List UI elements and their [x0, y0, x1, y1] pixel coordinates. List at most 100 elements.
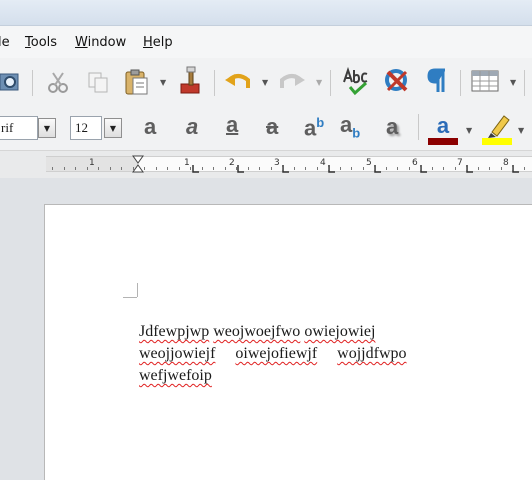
separator	[330, 70, 331, 96]
ruler-number: 1	[89, 158, 95, 168]
undo-icon[interactable]	[224, 70, 252, 94]
ruler-tick	[340, 167, 341, 170]
misspelled-word[interactable]: wefjwefoip	[139, 367, 212, 384]
ruler-tick	[248, 167, 249, 170]
separator	[418, 114, 419, 140]
shadow-icon[interactable]: a	[386, 116, 398, 138]
bold-icon[interactable]: a	[144, 116, 156, 138]
redo-dropdown-icon[interactable]: ▼	[316, 78, 322, 87]
tab-stop-icon[interactable]	[466, 165, 474, 173]
misspelled-word[interactable]: weojjowiejf	[139, 345, 215, 362]
window-title-bar	[0, 0, 532, 26]
subscript-icon[interactable]: ab	[340, 113, 360, 139]
document-page[interactable]: Jdfewpjwp weojwoejfwo owiejowiej weojjow…	[44, 204, 532, 480]
menu-tools[interactable]: Tools	[25, 35, 57, 50]
font-size-field[interactable]: 12	[70, 116, 102, 140]
ruler-number: 7	[457, 158, 463, 168]
ruler-tick	[213, 167, 214, 170]
menu-help[interactable]: Help	[143, 35, 173, 50]
ruler-tick	[98, 167, 99, 170]
ruler-tick	[87, 167, 88, 170]
ruler-number: 8	[503, 158, 509, 168]
misspelled-word[interactable]: weojwoejfwo	[213, 323, 300, 340]
insert-table-icon[interactable]	[470, 68, 500, 94]
font-size-dropdown-icon[interactable]: ▼	[104, 118, 122, 138]
underline-icon[interactable]: a	[226, 114, 238, 136]
ruler-tick	[374, 167, 375, 170]
highlight-icon[interactable]	[480, 112, 514, 146]
ruler-number: 1	[184, 158, 190, 168]
ruler-number: 5	[366, 158, 372, 168]
ruler-tick	[121, 167, 122, 170]
ruler-tick	[282, 167, 283, 170]
misspelled-word[interactable]: oiwejofiewjf	[235, 345, 317, 362]
horizontal-ruler[interactable]: 1 1 2 3 4 5 6 7 8	[46, 155, 532, 173]
paste-dropdown-icon[interactable]: ▼	[160, 78, 166, 87]
formatting-marks-icon[interactable]	[426, 66, 448, 96]
ruler-tick	[512, 167, 513, 170]
cut-icon[interactable]	[46, 70, 70, 94]
font-name-field[interactable]: rif	[0, 116, 38, 140]
menu-file[interactable]: le	[0, 35, 10, 50]
ruler-tick	[156, 167, 157, 170]
tab-stop-icon[interactable]	[374, 165, 382, 173]
document-workspace: Jdfewpjwp weojwoejfwo owiejowiej weojjow…	[0, 178, 532, 480]
font-color-dropdown-icon[interactable]: ▼	[466, 126, 472, 135]
ruler-tick	[64, 167, 65, 170]
tab-stop-icon[interactable]	[420, 165, 428, 173]
formatting-toolbar: rif ▼ 12 ▼ a a a a ab ab a a ▼ ▼	[0, 106, 532, 150]
ruler-tick	[259, 167, 260, 170]
indent-marker-icon[interactable]	[132, 155, 144, 173]
tab-stop-icon[interactable]	[512, 165, 520, 173]
document-body-text[interactable]: Jdfewpjwp weojwoejfwo owiejowiej weojjow…	[139, 321, 469, 387]
misspelled-word[interactable]: Jdfewpjwp	[139, 323, 209, 340]
ruler-tick	[317, 167, 318, 170]
ruler-tick	[501, 167, 502, 170]
document-line: wefjwefoip	[139, 365, 469, 387]
ruler-tick	[225, 167, 226, 170]
undo-dropdown-icon[interactable]: ▼	[262, 78, 268, 87]
clone-formatting-icon[interactable]	[178, 66, 204, 96]
font-name-dropdown-icon[interactable]: ▼	[38, 118, 56, 138]
ruler-tick	[420, 167, 421, 170]
strikethrough-icon[interactable]: a	[266, 116, 278, 138]
ruler-tick	[305, 167, 306, 170]
tab-stop-icon[interactable]	[237, 165, 245, 173]
separator	[214, 70, 215, 96]
redo-icon[interactable]	[278, 70, 306, 94]
separator	[32, 70, 33, 96]
font-color-icon[interactable]: a	[426, 112, 460, 146]
separator	[460, 70, 461, 96]
ruler-tick	[443, 167, 444, 170]
tab-stop-icon[interactable]	[192, 165, 200, 173]
tab-stop-icon[interactable]	[328, 165, 336, 173]
ruler-tick	[271, 167, 272, 170]
insert-table-dropdown-icon[interactable]: ▼	[510, 78, 516, 87]
text-boundary-corner	[137, 283, 138, 297]
paste-icon[interactable]	[124, 68, 150, 96]
misspelled-word[interactable]: owiejowiej	[304, 323, 375, 340]
font-name-value: rif	[1, 120, 14, 135]
ruler-tick	[478, 167, 479, 170]
italic-icon[interactable]: a	[186, 116, 198, 138]
highlight-dropdown-icon[interactable]: ▼	[518, 126, 524, 135]
ruler-tick	[75, 167, 76, 170]
copy-icon[interactable]	[86, 70, 110, 94]
ruler-number: 6	[412, 158, 418, 168]
tab-stop-icon[interactable]	[282, 165, 290, 173]
ruler-tick	[179, 167, 180, 170]
ruler-tick	[489, 167, 490, 170]
misspelled-word[interactable]: wojjdfwpo	[337, 345, 406, 362]
print-preview-icon[interactable]	[0, 70, 22, 94]
spellcheck-icon[interactable]	[340, 66, 372, 96]
ruler-number: 3	[274, 158, 280, 168]
ruler-tick	[144, 167, 145, 170]
menu-window[interactable]: Window	[75, 35, 126, 50]
ruler-tick	[409, 167, 410, 170]
autospellcheck-icon[interactable]	[382, 66, 412, 96]
document-line: Jdfewpjwp weojwoejfwo owiejowiej	[139, 321, 469, 343]
ruler-tick	[466, 167, 467, 170]
ruler-bar: 1 1 2 3 4 5 6 7 8	[0, 150, 532, 178]
ruler-tick	[432, 167, 433, 170]
superscript-icon[interactable]: ab	[304, 116, 324, 139]
